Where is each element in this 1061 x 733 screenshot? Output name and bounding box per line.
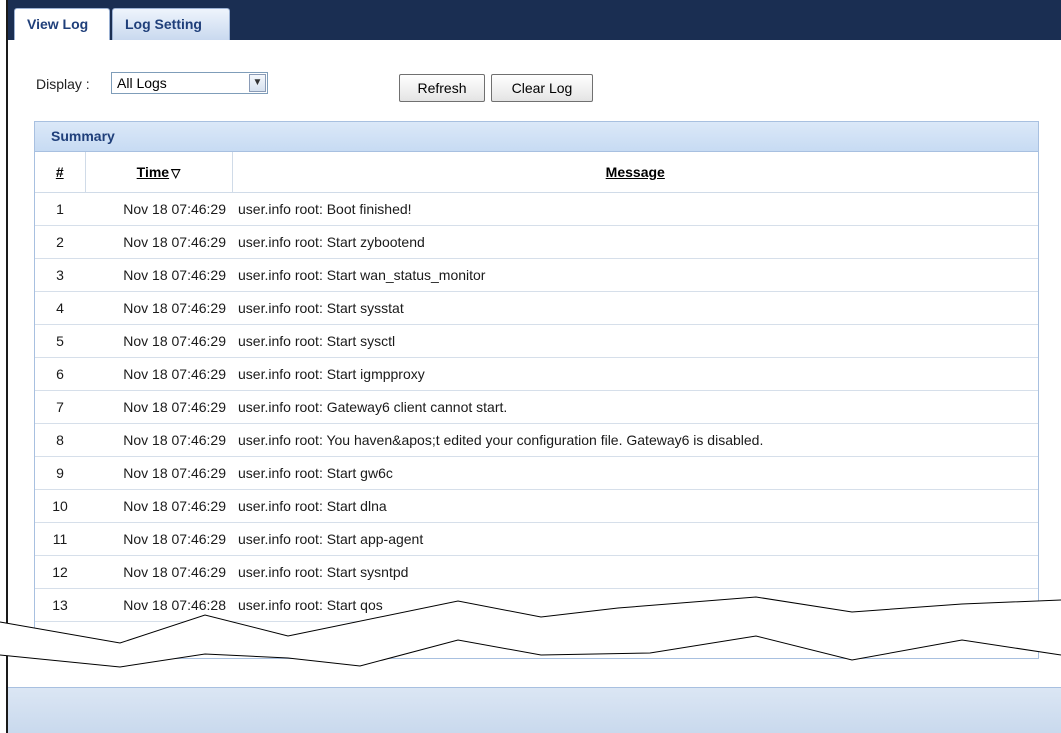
break-line-graphic bbox=[0, 596, 1061, 668]
